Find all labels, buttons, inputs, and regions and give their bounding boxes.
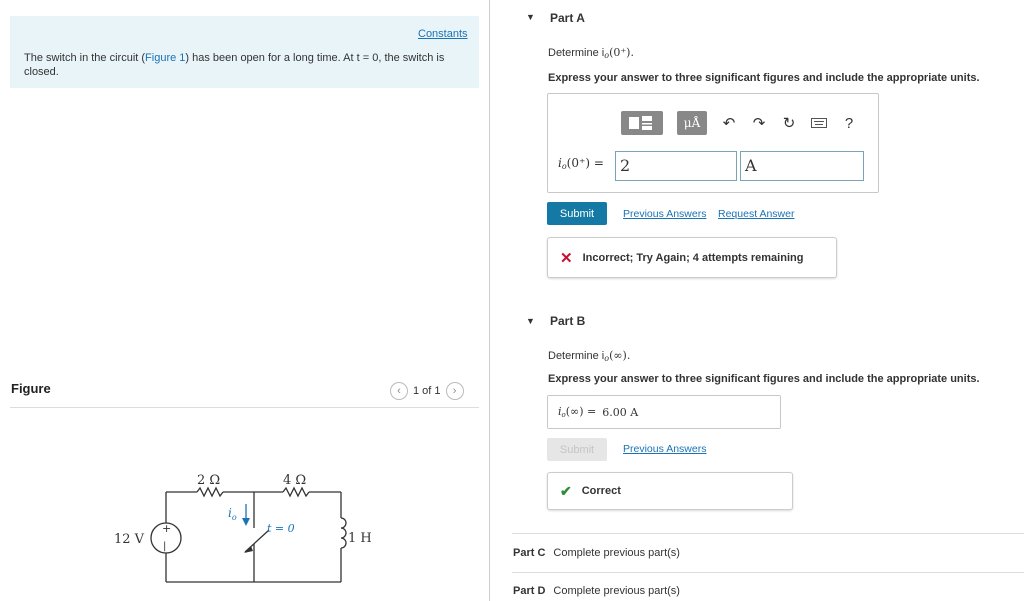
- part-a-submit-button[interactable]: Submit: [547, 202, 607, 225]
- part-c-row[interactable]: Part C Complete previous part(s): [513, 547, 680, 559]
- part-b-feedback-text: Correct: [581, 485, 621, 497]
- part-a-title[interactable]: Part A: [550, 11, 585, 25]
- part-a-question: Determine io(0⁺).: [548, 46, 634, 60]
- math-toolbar: μÅ ↶ ↷ ↻ ?: [621, 111, 857, 135]
- part-b-title[interactable]: Part B: [550, 314, 585, 328]
- part-b-instruction: Express your answer to three significant…: [548, 373, 980, 385]
- inductor: [340, 517, 347, 549]
- keyboard-icon[interactable]: [811, 115, 827, 132]
- part-c-divider: [512, 533, 1024, 534]
- part-b-previous-answers-link[interactable]: Previous Answers: [623, 443, 706, 455]
- figure-pager: ‹ 1 of 1 ›: [390, 382, 464, 400]
- redo-icon[interactable]: ↷: [751, 114, 767, 132]
- part-a-previous-answers-link[interactable]: Previous Answers: [623, 208, 706, 220]
- source-label: 12 V: [114, 532, 145, 547]
- figure-divider: [10, 407, 479, 408]
- templates-button[interactable]: [621, 111, 663, 135]
- part-b-answer-value: 6.00 A: [602, 405, 639, 419]
- svg-text:+: +: [162, 522, 171, 535]
- prev-figure-button[interactable]: ‹: [390, 382, 408, 400]
- constants-link[interactable]: Constants: [418, 28, 468, 40]
- part-d-divider: [512, 572, 1024, 573]
- current-label: io: [228, 506, 237, 522]
- help-icon[interactable]: ?: [841, 115, 857, 132]
- resistor-2ohm: [196, 486, 224, 498]
- r1-label: 2 Ω: [197, 473, 220, 488]
- circuit-diagram: + | 12 V 2 Ω 4 Ω 1 H io t = 0: [114, 473, 372, 583]
- current-arrow: [242, 518, 250, 526]
- part-a-unit-input[interactable]: A: [740, 151, 864, 181]
- part-a-value-input[interactable]: 2: [615, 151, 737, 181]
- part-d-row[interactable]: Part D Complete previous part(s): [513, 585, 680, 597]
- incorrect-icon: ✕: [560, 249, 573, 267]
- switch-label: t = 0: [267, 522, 295, 535]
- resistor-4ohm: [282, 486, 310, 498]
- undo-icon[interactable]: ↶: [721, 114, 737, 132]
- request-answer-link[interactable]: Request Answer: [718, 208, 794, 220]
- figure-heading: Figure: [11, 381, 51, 396]
- pager-text: 1 of 1: [413, 385, 441, 397]
- part-a-instruction: Express your answer to three significant…: [548, 72, 980, 84]
- correct-icon: ✔: [560, 482, 572, 499]
- templates-icon: [629, 116, 652, 130]
- column-divider: [489, 0, 490, 601]
- part-b-submit-button: Submit: [547, 438, 607, 461]
- inductor-label: 1 H: [348, 531, 372, 546]
- problem-statement: The switch in the circuit (Figure 1) has…: [24, 52, 445, 78]
- reset-icon[interactable]: ↻: [781, 114, 797, 132]
- part-a-collapse-icon[interactable]: ▼: [526, 12, 535, 22]
- next-figure-button[interactable]: ›: [445, 382, 464, 400]
- units-button[interactable]: μÅ: [677, 111, 707, 135]
- part-b-question: Determine io(∞).: [548, 349, 631, 363]
- part-b-answer-label: io(∞) =: [558, 405, 597, 419]
- part-b-feedback: ✔ Correct: [547, 472, 793, 510]
- part-a-feedback-text: Incorrect; Try Again; 4 attempts remaini…: [582, 251, 804, 264]
- part-a-feedback: ✕ Incorrect; Try Again; 4 attempts remai…: [547, 237, 837, 278]
- r2-label: 4 Ω: [283, 473, 306, 488]
- svg-text:|: |: [163, 541, 166, 552]
- figure-link[interactable]: Figure 1: [145, 52, 185, 64]
- part-b-collapse-icon[interactable]: ▼: [526, 316, 535, 326]
- part-b-answer-box: io(∞) = 6.00 A: [547, 395, 781, 429]
- part-a-field-label: io(0⁺) =: [558, 156, 604, 171]
